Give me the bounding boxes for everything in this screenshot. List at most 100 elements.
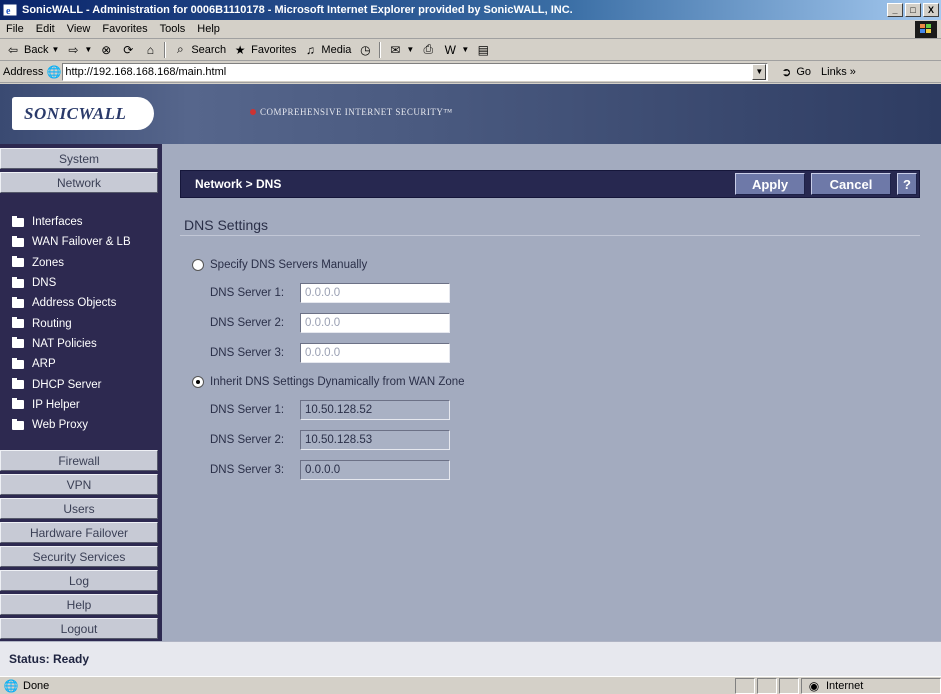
manual-dns-server-3-input[interactable]: 0.0.0.0 (300, 343, 450, 363)
nav-logout[interactable]: Logout (0, 618, 158, 639)
subnav-zones[interactable]: Zones (0, 253, 162, 273)
nav-firewall[interactable]: Firewall (0, 450, 158, 471)
address-input[interactable]: http://192.168.168.168/main.html (62, 62, 769, 81)
media-icon: ♫ (305, 42, 315, 57)
nav-help[interactable]: Help (0, 594, 158, 615)
subnav-interfaces[interactable]: Interfaces (0, 212, 162, 232)
nav-network[interactable]: Network (0, 172, 158, 193)
subnav-nat-policies[interactable]: NAT Policies (0, 334, 162, 354)
address-dropdown-icon[interactable]: ▼ (752, 63, 767, 80)
home-icon: ⌂ (146, 42, 154, 57)
window-title: SonicWALL - Administration for 0006B1110… (22, 4, 573, 16)
subnav-dns[interactable]: DNS (0, 273, 162, 293)
minimize-button[interactable]: _ (887, 3, 903, 17)
edit-button[interactable]: W ▼ (439, 40, 472, 60)
breadcrumb: Network > DNS (195, 177, 282, 191)
back-button[interactable]: ⇦ Back ▼ (2, 40, 62, 60)
subnav-arp[interactable]: ARP (0, 354, 162, 374)
nav-users[interactable]: Users (0, 498, 158, 519)
help-button[interactable]: ? (897, 173, 917, 195)
menu-view[interactable]: View (61, 23, 97, 35)
folder-icon (12, 378, 24, 390)
status-label: Status: (9, 652, 50, 666)
manual-dns-server-2-row: DNS Server 2: 0.0.0.0 (210, 313, 450, 333)
nav-log[interactable]: Log (0, 570, 158, 591)
manual-dns-server-1-input[interactable]: 0.0.0.0 (300, 283, 450, 303)
inherit-dns-server-3-input: 0.0.0.0 (300, 460, 450, 480)
home-button[interactable]: ⌂ (139, 40, 161, 60)
menu-help[interactable]: Help (191, 23, 226, 35)
menu-file[interactable]: File (0, 23, 30, 35)
history-button[interactable]: ◷ (354, 40, 376, 60)
mail-icon: ✉ (390, 42, 401, 57)
nav-system[interactable]: System (0, 148, 158, 169)
subnav-dhcp-server[interactable]: DHCP Server (0, 374, 162, 394)
manual-dns-radio[interactable] (192, 259, 204, 271)
word-icon: W (444, 42, 456, 57)
subnav-routing[interactable]: Routing (0, 313, 162, 333)
cancel-button[interactable]: Cancel (811, 173, 891, 195)
menu-edit[interactable]: Edit (30, 23, 61, 35)
search-button[interactable]: ⌕ Search (169, 40, 229, 60)
address-label: Address (3, 65, 44, 78)
media-button[interactable]: ♫ Media (299, 40, 354, 60)
inherit-dns-option[interactable]: Inherit DNS Settings Dynamically from WA… (192, 376, 465, 388)
ie-icon: e (2, 2, 18, 18)
maximize-button[interactable]: □ (905, 3, 921, 17)
apply-button[interactable]: Apply (735, 173, 805, 195)
history-icon: ◷ (360, 42, 371, 57)
search-icon: ⌕ (176, 42, 184, 56)
svg-text:e: e (6, 6, 11, 17)
windows-logo-icon (915, 20, 937, 38)
status-cell (779, 677, 799, 694)
section-header: Network > DNS Apply Cancel ? (180, 170, 920, 198)
menu-favorites[interactable]: Favorites (96, 23, 153, 35)
nav-vpn[interactable]: VPN (0, 474, 158, 495)
close-button[interactable]: X (923, 3, 939, 17)
menu-bar: File Edit View Favorites Tools Help (0, 20, 941, 39)
menu-tools[interactable]: Tools (154, 23, 192, 35)
network-subnav: Interfaces WAN Failover & LB Zones DNS A… (0, 212, 162, 435)
manual-dns-option[interactable]: Specify DNS Servers Manually (192, 259, 367, 271)
folder-icon (12, 256, 24, 268)
forward-arrow-icon: ⇨ (68, 42, 79, 57)
links-button[interactable]: Links » (821, 66, 856, 78)
stop-icon: ⊗ (101, 42, 112, 57)
manual-dns-server-2-input[interactable]: 0.0.0.0 (300, 313, 450, 333)
inherit-dns-server-2-row: DNS Server 2: 10.50.128.53 (210, 430, 450, 450)
refresh-icon: ⟳ (123, 42, 134, 57)
subnav-wan-failover[interactable]: WAN Failover & LB (0, 232, 162, 252)
status-bar: Status: Ready (0, 641, 941, 676)
folder-icon (12, 317, 24, 329)
subnav-ip-helper[interactable]: IP Helper (0, 395, 162, 415)
forward-button[interactable]: ⇨ ▼ (62, 40, 95, 60)
inherit-dns-server-3-row: DNS Server 3: 0.0.0.0 (210, 460, 450, 480)
discuss-button[interactable]: ▤ (472, 40, 494, 60)
subnav-address-objects[interactable]: Address Objects (0, 293, 162, 313)
print-button[interactable]: ⎙ (417, 40, 439, 60)
status-value: Ready (53, 652, 90, 666)
toolbar: ⇦ Back ▼ ⇨ ▼ ⊗ ⟳ ⌂ ⌕ Search ★ Favorites … (0, 39, 941, 61)
inherit-dns-server-2-input: 10.50.128.53 (300, 430, 450, 450)
manual-dns-server-3-row: DNS Server 3: 0.0.0.0 (210, 343, 450, 363)
subnav-web-proxy[interactable]: Web Proxy (0, 415, 162, 435)
security-zone: ◉ Internet (801, 677, 941, 694)
manual-dns-server-1-row: DNS Server 1: 0.0.0.0 (210, 283, 450, 303)
folder-icon (12, 418, 24, 430)
back-arrow-icon: ⇦ (7, 42, 19, 57)
nav-security-services[interactable]: Security Services (0, 546, 158, 567)
tagline: COMPREHENSIVE INTERNET SECURITY™ (250, 107, 453, 117)
done-status: 🌐 Done (3, 678, 50, 693)
browser-status-bar: 🌐 Done ◉ Internet (0, 676, 941, 694)
status-cell (735, 677, 755, 694)
mail-button[interactable]: ✉ ▼ (384, 40, 417, 60)
inherit-dns-server-1-input: 10.50.128.52 (300, 400, 450, 420)
nav-hardware-failover[interactable]: Hardware Failover (0, 522, 158, 543)
refresh-button[interactable]: ⟳ (117, 40, 139, 60)
stop-button[interactable]: ⊗ (95, 40, 117, 60)
favorites-button[interactable]: ★ Favorites (229, 40, 299, 60)
inherit-dns-radio[interactable] (192, 376, 204, 388)
tagline-dot-icon (250, 109, 256, 115)
go-button[interactable]: ➲ Go (778, 64, 811, 80)
status-cell (757, 677, 777, 694)
